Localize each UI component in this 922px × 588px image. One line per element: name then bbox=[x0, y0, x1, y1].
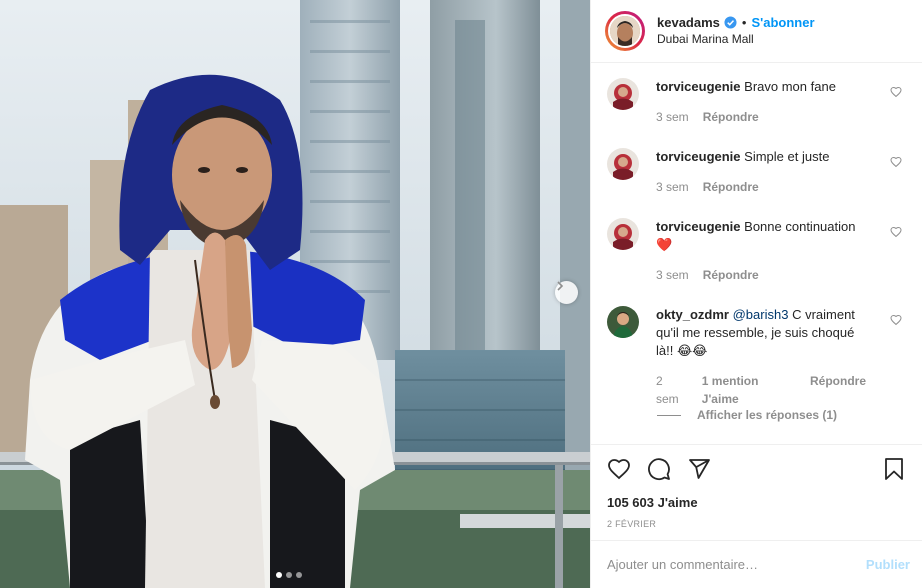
carousel-indicator bbox=[276, 572, 302, 578]
like-heart-icon[interactable] bbox=[607, 457, 631, 481]
comment-avatar[interactable] bbox=[607, 78, 639, 110]
comment-username[interactable]: torviceugenie bbox=[656, 219, 741, 234]
commenter-avatar-image bbox=[607, 306, 639, 338]
header-separator: • bbox=[741, 15, 747, 30]
comment-avatar[interactable] bbox=[607, 148, 639, 180]
comment-bubble-icon[interactable] bbox=[647, 457, 671, 481]
post-header: kevadams • S'abonner Dubai Marina Mall bbox=[591, 0, 922, 63]
reply-button[interactable]: Répondre bbox=[810, 372, 866, 408]
comment-avatar[interactable] bbox=[607, 306, 639, 338]
comment-item: torviceugenie Bravo mon fane 3 sem Répon… bbox=[607, 78, 902, 126]
post-location[interactable]: Dubai Marina Mall bbox=[657, 31, 815, 48]
author-avatar[interactable] bbox=[605, 11, 645, 51]
comment-time[interactable]: 3 sem bbox=[656, 266, 689, 284]
post-date[interactable]: 2 février bbox=[607, 519, 906, 529]
comment-likes-count[interactable]: 1 mention J'aime bbox=[702, 372, 796, 408]
bookmark-save-icon[interactable] bbox=[882, 457, 906, 481]
comment-text: Simple et juste bbox=[744, 149, 830, 164]
comment-like-heart-icon[interactable] bbox=[890, 314, 902, 326]
comment-list: torviceugenie Bravo mon fane 3 sem Répon… bbox=[591, 64, 922, 444]
commenter-avatar-image bbox=[607, 78, 639, 110]
reply-button[interactable]: Répondre bbox=[703, 108, 759, 126]
view-replies-button[interactable]: Afficher les réponses (1) bbox=[657, 408, 837, 422]
laughing-emoji: 😂😂 bbox=[676, 343, 708, 358]
commenter-avatar-image bbox=[607, 218, 639, 250]
carousel-dot-2 bbox=[286, 572, 292, 578]
comment-time[interactable]: 2 sem bbox=[656, 372, 688, 408]
comment-username[interactable]: torviceugenie bbox=[656, 79, 741, 94]
photo-scene bbox=[0, 0, 590, 588]
carousel-dot-3 bbox=[296, 572, 302, 578]
reply-button[interactable]: Répondre bbox=[703, 266, 759, 284]
comment-like-heart-icon[interactable] bbox=[890, 156, 902, 168]
author-avatar-image bbox=[610, 16, 640, 46]
view-replies-label: Afficher les réponses (1) bbox=[697, 408, 838, 422]
comment-username[interactable]: torviceugenie bbox=[656, 149, 741, 164]
carousel-dot-1 bbox=[276, 572, 282, 578]
view-replies-line bbox=[657, 414, 681, 416]
instagram-post-modal: kevadams • S'abonner Dubai Marina Mall t… bbox=[0, 0, 922, 588]
reply-button[interactable]: Répondre bbox=[703, 178, 759, 196]
comment-text: Bonne continuation bbox=[744, 219, 856, 234]
add-comment-bar: Publier bbox=[591, 540, 922, 588]
comment-like-heart-icon[interactable] bbox=[890, 226, 902, 238]
comment-text: Bravo mon fane bbox=[744, 79, 836, 94]
publish-button[interactable]: Publier bbox=[866, 557, 910, 572]
commenter-avatar-image bbox=[607, 148, 639, 180]
follow-button[interactable]: S'abonner bbox=[751, 14, 814, 31]
chevron-right-icon bbox=[557, 281, 564, 291]
comment-item: okty_ozdmr @barish3 C vraiment qu'il me … bbox=[607, 306, 902, 408]
comment-item: torviceugenie Simple et juste 3 sem Répo… bbox=[607, 148, 902, 196]
comment-mention-link[interactable]: @barish3 bbox=[733, 307, 789, 322]
carousel-next-button[interactable] bbox=[555, 281, 578, 304]
comment-time[interactable]: 3 sem bbox=[656, 108, 689, 126]
share-paper-plane-icon[interactable] bbox=[687, 457, 711, 481]
heart-emoji: ❤️ bbox=[656, 237, 673, 252]
comment-input[interactable] bbox=[607, 557, 866, 572]
verified-badge-icon bbox=[724, 16, 737, 29]
post-actions: 105 603 J'aime 2 février bbox=[591, 444, 922, 529]
author-username[interactable]: kevadams bbox=[657, 14, 720, 31]
post-side-panel: kevadams • S'abonner Dubai Marina Mall t… bbox=[590, 0, 922, 588]
comment-item: torviceugenie Bonne continuation ❤️ 3 se… bbox=[607, 218, 902, 284]
comment-username[interactable]: okty_ozdmr bbox=[656, 307, 729, 322]
comment-time[interactable]: 3 sem bbox=[656, 178, 689, 196]
likes-count[interactable]: 105 603 J'aime bbox=[607, 495, 906, 510]
comment-avatar[interactable] bbox=[607, 218, 639, 250]
post-photo[interactable] bbox=[0, 0, 590, 588]
comment-like-heart-icon[interactable] bbox=[890, 86, 902, 98]
